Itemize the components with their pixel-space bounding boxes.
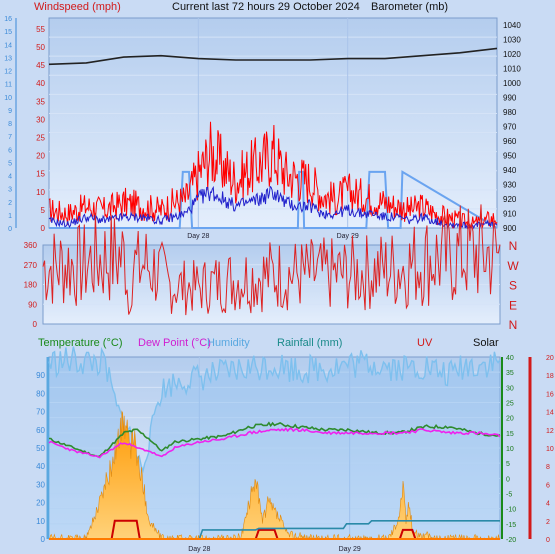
wind-tick-label: 20 [36, 152, 45, 161]
barometer-tick-label: 920 [503, 195, 517, 204]
wind-tick-label: 25 [36, 133, 45, 142]
humidity-tick-label: 10 [36, 517, 45, 526]
uv-tick-label: 16 [546, 391, 554, 398]
barometer-tick-label: 1040 [503, 21, 521, 30]
temperature-tick-label: 10 [506, 446, 514, 453]
wind-tick-label: 30 [36, 115, 45, 124]
temp-day-label: Day 29 [339, 546, 361, 553]
wind-tick-label: 0 [41, 224, 46, 233]
humidity-tick-label: 90 [36, 371, 45, 380]
compass-label: E [509, 298, 517, 312]
compass-label: N [509, 318, 518, 332]
weather-charts: 0510152025303540455055012345678910111213… [4, 16, 554, 553]
barometer-tick-label: 950 [503, 152, 517, 161]
wind-tick-label: 15 [36, 170, 45, 179]
uv-tick-label: 18 [546, 373, 554, 380]
wind-tick-label: 10 [36, 188, 45, 197]
direction-tick-label: 0 [33, 320, 38, 329]
uv-tick-label: 2 [546, 519, 550, 526]
compass-label: W [507, 259, 519, 273]
temperature-tick-label: 25 [506, 401, 514, 408]
wind-tick-label: 40 [36, 79, 45, 88]
uv-tick-label: 0 [546, 537, 550, 544]
rain-rate-tick-label: 16 [4, 16, 12, 23]
barometer-tick-label: 1000 [503, 79, 521, 88]
rain-rate-tick-label: 8 [8, 121, 12, 128]
uv-tick-label: 12 [546, 428, 554, 435]
humidity-tick-label: 70 [36, 408, 45, 417]
rain-rate-tick-label: 14 [4, 42, 12, 49]
barometer-tick-label: 910 [503, 210, 517, 219]
temperature-tick-label: -5 [506, 492, 512, 499]
temperature-tick-label: 0 [506, 476, 510, 483]
rain-rate-tick-label: 3 [8, 187, 12, 194]
direction-tick-label: 360 [24, 241, 38, 250]
rain-rate-tick-label: 4 [8, 174, 12, 181]
temperature-tick-label: -20 [506, 537, 516, 544]
rain-rate-tick-label: 11 [5, 82, 12, 89]
wind-tick-label: 45 [36, 61, 45, 70]
barometer-tick-label: 1030 [503, 36, 521, 45]
temperature-tick-label: -15 [506, 522, 516, 529]
compass-label: S [509, 279, 517, 293]
temperature-tick-label: 30 [506, 385, 514, 392]
barometer-tick-label: 1010 [503, 65, 521, 74]
barometer-tick-label: 930 [503, 181, 517, 190]
barometer-tick-label: 970 [503, 123, 517, 132]
rain-rate-tick-label: 6 [8, 147, 12, 154]
uv-tick-label: 20 [546, 355, 554, 362]
barometer-tick-label: 1020 [503, 50, 521, 59]
uv-tick-label: 4 [546, 501, 550, 508]
uv-tick-label: 10 [546, 446, 554, 453]
humidity-tick-label: 20 [36, 499, 45, 508]
rain-rate-tick-label: 12 [4, 69, 12, 76]
barometer-tick-label: 980 [503, 108, 517, 117]
rain-rate-tick-label: 10 [4, 95, 12, 102]
rain-rate-tick-label: 0 [8, 226, 12, 233]
temp-day-label: Day 28 [188, 546, 210, 553]
humidity-tick-label: 0 [41, 535, 46, 544]
direction-tick-label: 180 [24, 281, 38, 290]
humidity-tick-label: 40 [36, 462, 45, 471]
humidity-tick-label: 80 [36, 389, 45, 398]
wind-tick-label: 35 [36, 97, 45, 106]
uv-tick-label: 14 [546, 410, 554, 417]
temperature-tick-label: 15 [506, 431, 514, 438]
rain-rate-tick-label: 1 [8, 213, 12, 220]
humidity-tick-label: 50 [36, 444, 45, 453]
direction-tick-label: 90 [28, 300, 37, 309]
wind-day-label: Day 29 [337, 233, 359, 240]
compass-label: N [509, 239, 518, 253]
barometer-tick-label: 940 [503, 166, 517, 175]
wind-tick-label: 55 [36, 25, 45, 34]
uv-tick-label: 6 [546, 482, 550, 489]
rain-rate-tick-label: 9 [8, 108, 12, 115]
temperature-tick-label: 20 [506, 416, 514, 423]
wind-day-label: Day 28 [187, 233, 209, 240]
direction-tick-label: 270 [24, 261, 38, 270]
temperature-tick-label: -10 [506, 507, 516, 514]
wind-tick-label: 5 [41, 206, 46, 215]
rain-rate-tick-label: 2 [8, 200, 12, 207]
barometer-tick-label: 960 [503, 137, 517, 146]
humidity-tick-label: 60 [36, 426, 45, 435]
wind-tick-label: 50 [36, 43, 45, 52]
temperature-tick-label: 40 [506, 355, 514, 362]
temperature-tick-label: 5 [506, 461, 510, 468]
rain-rate-tick-label: 15 [4, 29, 12, 36]
rain-rate-tick-label: 13 [4, 55, 12, 62]
temperature-tick-label: 35 [506, 370, 514, 377]
uv-tick-label: 8 [546, 464, 550, 471]
barometer-tick-label: 990 [503, 94, 517, 103]
humidity-tick-label: 30 [36, 480, 45, 489]
rain-rate-tick-label: 7 [8, 134, 12, 141]
barometer-tick-label: 900 [503, 224, 517, 233]
rain-rate-tick-label: 5 [8, 160, 12, 167]
